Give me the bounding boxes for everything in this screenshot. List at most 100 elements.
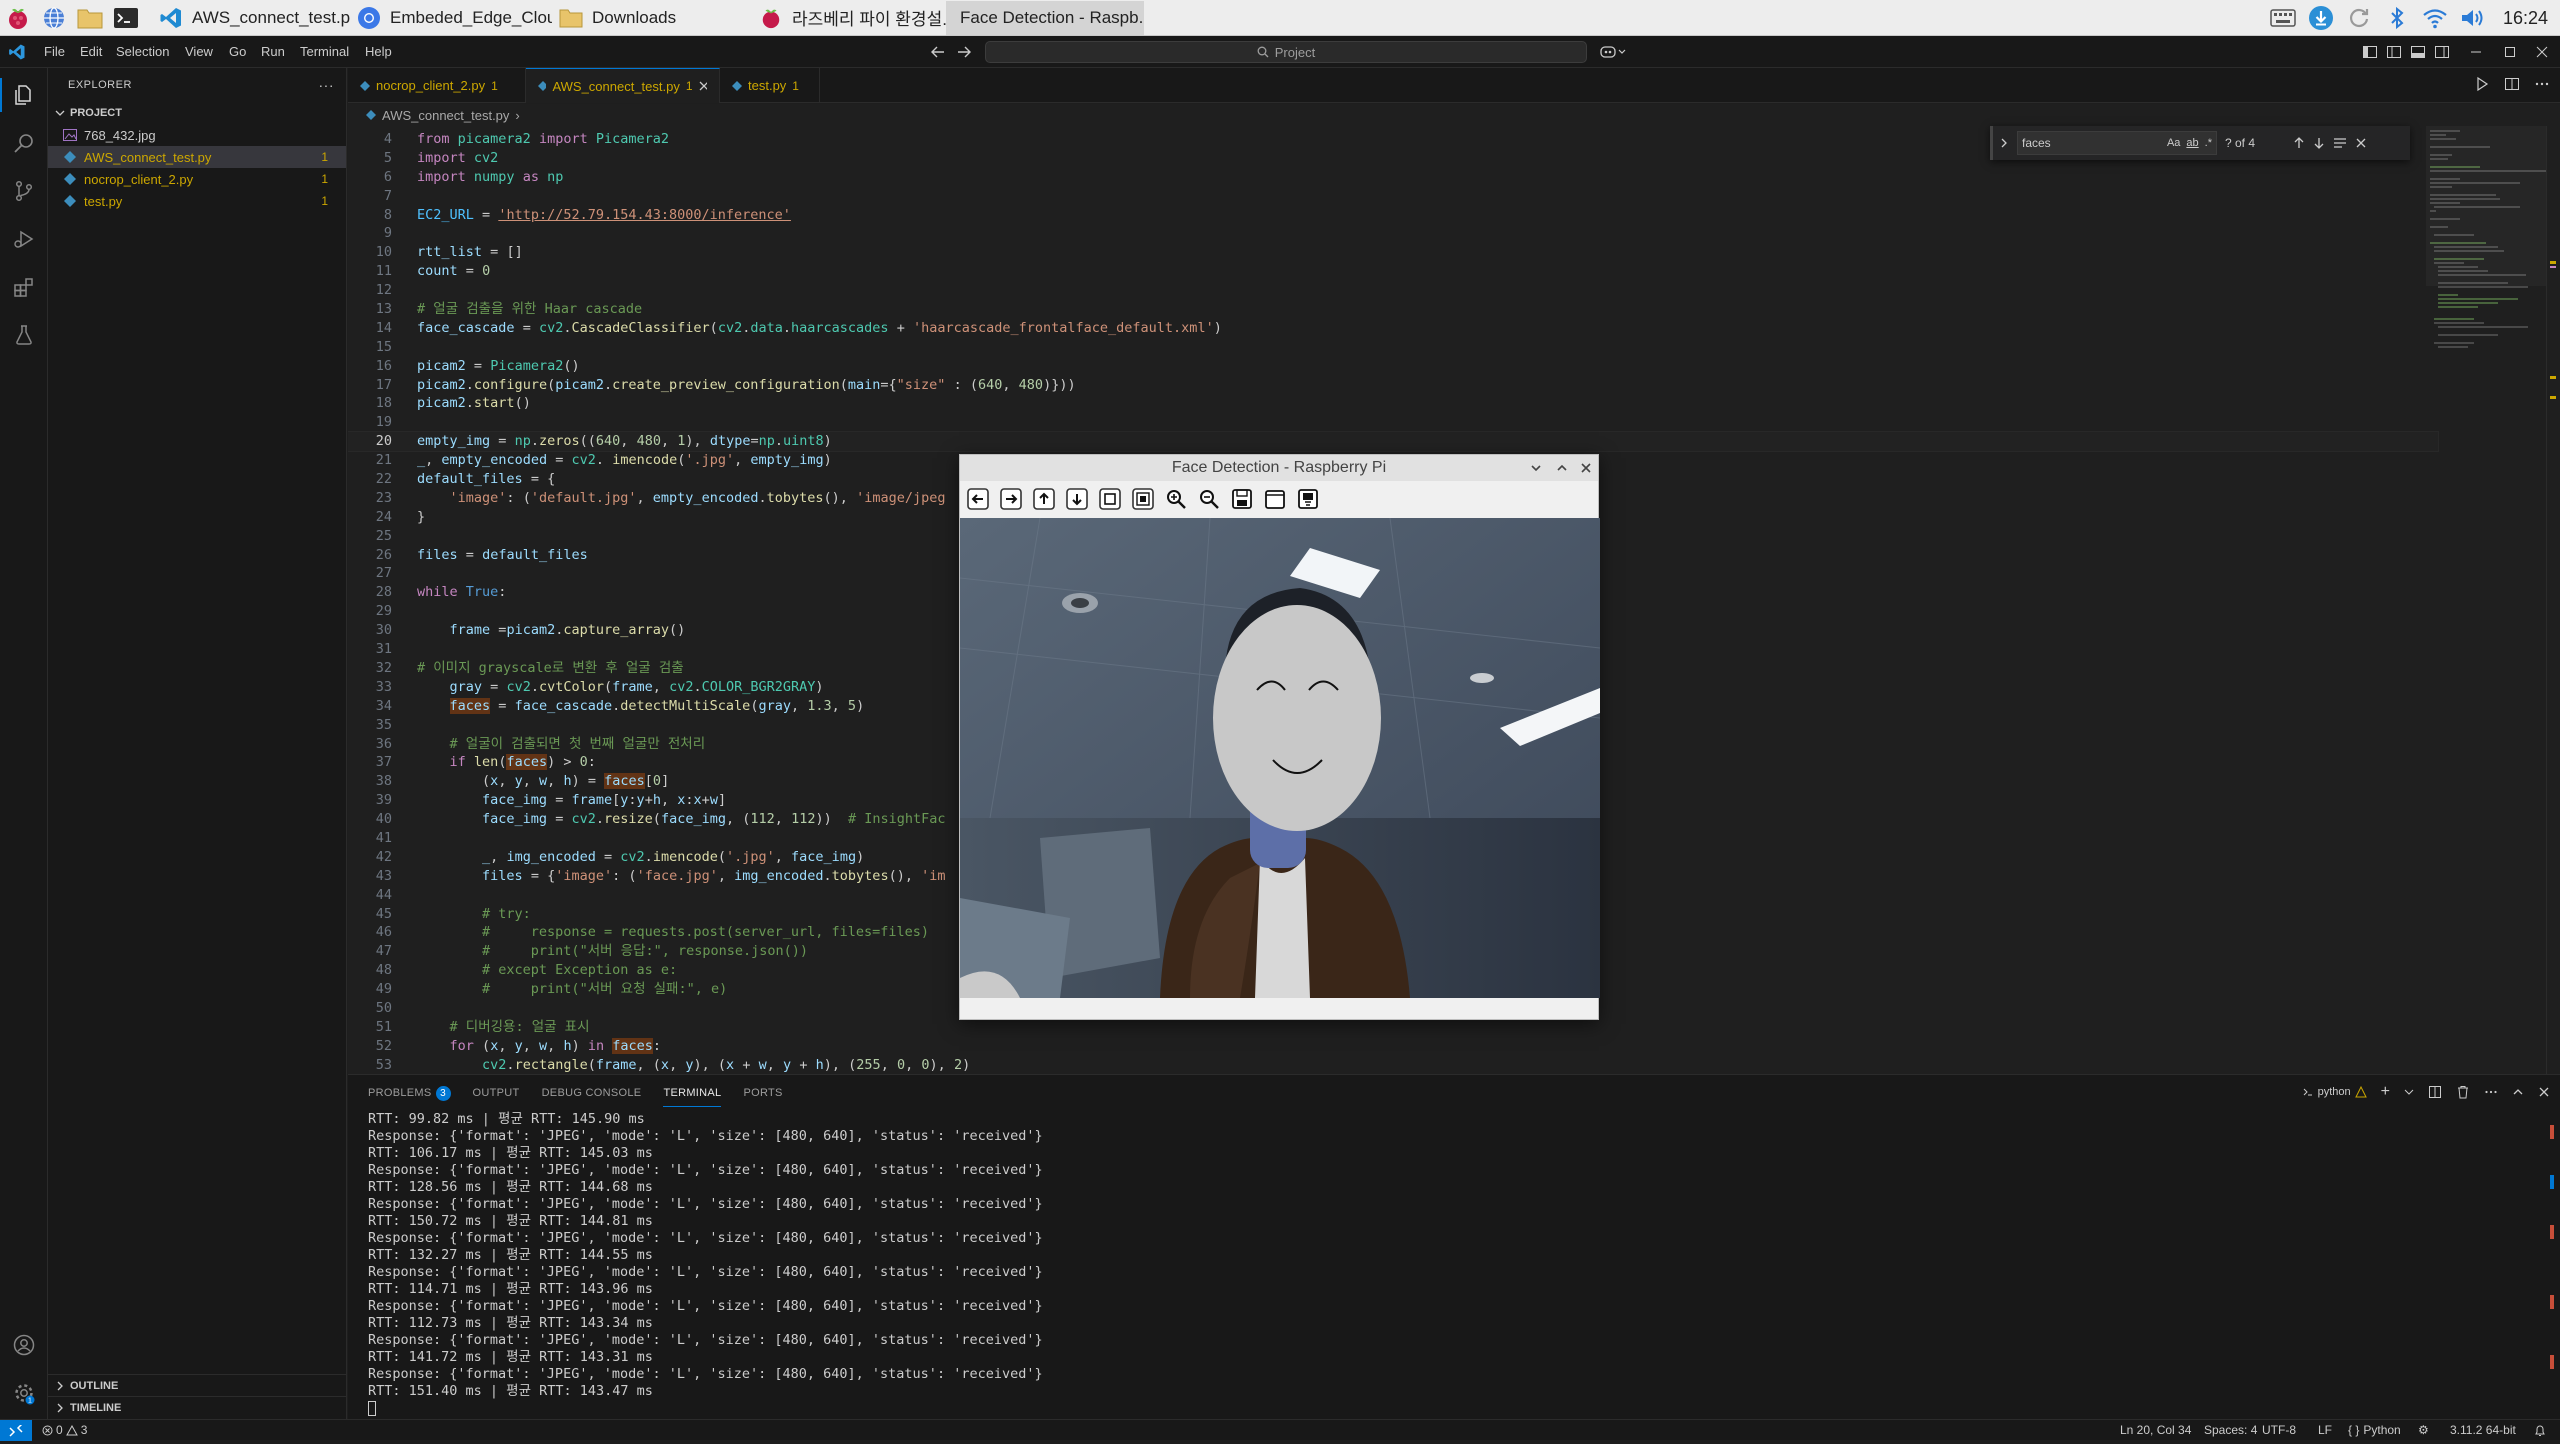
- code-line[interactable]: 7: [348, 187, 2438, 206]
- menu-view[interactable]: View: [185, 36, 213, 68]
- maximize-icon[interactable]: [1554, 460, 1570, 476]
- source-control-icon[interactable]: [0, 168, 48, 214]
- task-vscode[interactable]: AWS_connect_test.py...: [152, 1, 350, 35]
- file-item-nocrop-client-2[interactable]: nocrop_client_2.py 1: [48, 168, 346, 190]
- pan-left-icon[interactable]: [964, 485, 992, 513]
- line-number[interactable]: 49: [348, 980, 392, 999]
- task-face-detection[interactable]: Face Detection - Raspb...: [946, 0, 1144, 35]
- timeline-section[interactable]: TIMELINE: [48, 1396, 347, 1418]
- menu-terminal[interactable]: Terminal: [300, 36, 349, 68]
- more-actions-icon[interactable]: [2534, 76, 2550, 92]
- line-number[interactable]: 4: [348, 130, 392, 149]
- task-chromium[interactable]: Embeded_Edge_Clou...: [350, 1, 552, 35]
- task-raspi-config[interactable]: 라즈베리 파이 환경설...: [752, 1, 946, 35]
- match-case-icon[interactable]: Aa: [2167, 137, 2180, 149]
- breadcrumb-file[interactable]: AWS_connect_test.py: [382, 108, 509, 123]
- find-in-selection-icon[interactable]: [2333, 137, 2347, 149]
- line-number[interactable]: 19: [348, 413, 392, 432]
- tab-ports[interactable]: PORTS: [743, 1075, 782, 1111]
- pan-down-icon[interactable]: [1063, 485, 1091, 513]
- terminal-output[interactable]: RTT: 99.82 ms | 평균 RTT: 145.90 ms Respons…: [368, 1111, 1043, 1417]
- tab-output[interactable]: OUTPUT: [473, 1075, 520, 1111]
- line-number[interactable]: 22: [348, 470, 392, 489]
- close-icon[interactable]: [1578, 460, 1594, 476]
- task-downloads[interactable]: Downloads: [552, 1, 752, 35]
- line-number[interactable]: 26: [348, 546, 392, 565]
- line-number[interactable]: 23: [348, 489, 392, 508]
- menu-edit[interactable]: Edit: [80, 36, 102, 68]
- code-line[interactable]: 13 # 얼굴 검출을 위한 Haar cascade: [348, 300, 2438, 319]
- match-whole-word-icon[interactable]: ab: [2186, 137, 2198, 149]
- volume-icon[interactable]: [2459, 4, 2487, 32]
- line-number[interactable]: 50: [348, 999, 392, 1018]
- menu-help[interactable]: Help: [365, 36, 392, 68]
- line-number[interactable]: 10: [348, 243, 392, 262]
- code-line[interactable]: 15: [348, 338, 2438, 357]
- line-number[interactable]: 46: [348, 923, 392, 942]
- code-line[interactable]: 10 rtt_list = []: [348, 243, 2438, 262]
- command-center[interactable]: Project: [985, 41, 1587, 63]
- back-arrow-icon[interactable]: [928, 42, 948, 62]
- tab-aws-connect-test[interactable]: AWS_connect_test.py 1: [526, 68, 720, 103]
- testing-icon[interactable]: [0, 312, 48, 358]
- line-number[interactable]: 53: [348, 1056, 392, 1074]
- search-activity-icon[interactable]: [0, 120, 48, 166]
- code-line[interactable]: 20 empty_img = np.zeros((640, 480, 1), dt…: [348, 431, 2439, 453]
- terminal-scrollbar[interactable]: [2550, 1115, 2556, 1405]
- line-number[interactable]: 32: [348, 659, 392, 678]
- code-line[interactable]: 16 picam2 = Picamera2(): [348, 357, 2438, 376]
- raspberry-menu-icon[interactable]: [0, 0, 36, 36]
- code-line[interactable]: 53 cv2.rectangle(frame, (x, y), (x + w, …: [348, 1056, 2438, 1074]
- terminal-launcher-icon[interactable]: [108, 0, 144, 36]
- toggle-sidebar-icon[interactable]: [2360, 42, 2380, 62]
- code-line[interactable]: 8 EC2_URL = 'http://52.79.154.43:8000/inf…: [348, 206, 2438, 225]
- notifications-bell-icon[interactable]: [2534, 1420, 2546, 1441]
- properties-icon[interactable]: [1294, 485, 1322, 513]
- next-match-icon[interactable]: [2313, 137, 2325, 149]
- copilot-icon[interactable]: [1598, 42, 1628, 62]
- line-number[interactable]: 41: [348, 829, 392, 848]
- remote-indicator-icon[interactable]: [0, 1420, 32, 1441]
- zoom-in-icon[interactable]: [1162, 485, 1190, 513]
- line-number[interactable]: 29: [348, 602, 392, 621]
- close-find-icon[interactable]: [2355, 137, 2367, 149]
- close-tab-icon[interactable]: [699, 81, 707, 91]
- menu-go[interactable]: Go: [229, 36, 246, 68]
- line-number[interactable]: 20: [348, 432, 392, 451]
- line-number[interactable]: 18: [348, 394, 392, 413]
- keyboard-icon[interactable]: [2269, 4, 2297, 32]
- line-number[interactable]: 21: [348, 451, 392, 470]
- line-number[interactable]: 36: [348, 735, 392, 754]
- line-number[interactable]: 48: [348, 961, 392, 980]
- code-line[interactable]: 14 face_cascade = cv2.CascadeClassifier(c…: [348, 319, 2438, 338]
- menu-file[interactable]: File: [44, 36, 65, 68]
- zoom-fit-icon[interactable]: [1129, 485, 1157, 513]
- extensions-icon[interactable]: [0, 264, 48, 310]
- line-number[interactable]: 52: [348, 1037, 392, 1056]
- file-manager-icon[interactable]: [72, 0, 108, 36]
- pan-up-icon[interactable]: [1030, 485, 1058, 513]
- line-number[interactable]: 31: [348, 640, 392, 659]
- line-number[interactable]: 7: [348, 187, 392, 206]
- line-number[interactable]: 17: [348, 376, 392, 395]
- line-number[interactable]: 44: [348, 886, 392, 905]
- line-number[interactable]: 38: [348, 772, 392, 791]
- face-detection-window[interactable]: Face Detection - Raspberry Pi: [959, 454, 1600, 1020]
- line-number[interactable]: 27: [348, 564, 392, 583]
- line-number[interactable]: 45: [348, 905, 392, 924]
- line-number[interactable]: 8: [348, 206, 392, 225]
- line-number[interactable]: 16: [348, 357, 392, 376]
- clock[interactable]: 16:24: [2503, 8, 2548, 29]
- code-line[interactable]: 18 picam2.start(): [348, 394, 2438, 413]
- close-panel-icon[interactable]: [2538, 1086, 2550, 1098]
- code-line[interactable]: 9: [348, 224, 2438, 243]
- browser-icon[interactable]: [36, 0, 72, 36]
- more-actions-icon[interactable]: [2484, 1085, 2498, 1099]
- line-number[interactable]: 35: [348, 716, 392, 735]
- toggle-secondary-sidebar-icon[interactable]: [2432, 42, 2452, 62]
- zoom-out-icon[interactable]: [1195, 485, 1223, 513]
- cursor-position[interactable]: Ln 20, Col 34: [2120, 1420, 2191, 1441]
- find-input[interactable]: faces Aa ab .*: [2017, 131, 2217, 155]
- split-editor-icon[interactable]: [2504, 76, 2520, 92]
- python-interpreter[interactable]: 3.11.2 64-bit: [2450, 1420, 2516, 1441]
